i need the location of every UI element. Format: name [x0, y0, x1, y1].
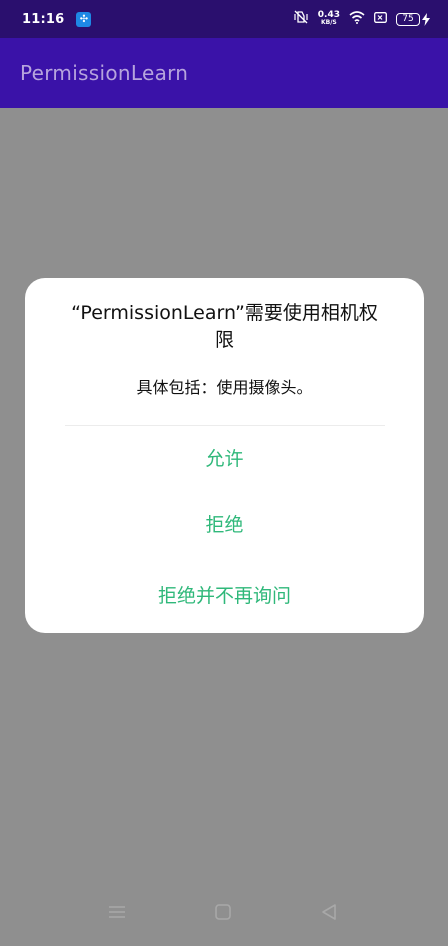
status-time: 11:16: [22, 11, 65, 27]
menu-icon[interactable]: [108, 903, 126, 923]
network-speed: 0.43 KB/S: [318, 11, 340, 27]
net-speed-unit: KB/S: [321, 19, 337, 26]
battery-level: 75: [396, 12, 420, 26]
battery-icon: 75: [396, 12, 430, 26]
dialog-title: “PermissionLearn”需要使用相机权限: [71, 302, 378, 351]
dialog-divider: [65, 425, 385, 426]
permission-dialog: “PermissionLearn”需要使用相机权限 具体包括：使用摄像头。 允许…: [25, 278, 424, 633]
wifi-icon: [349, 10, 365, 28]
charging-icon: [422, 12, 430, 26]
status-icons: 0.43 KB/S 75: [293, 10, 430, 28]
deny-and-dont-ask-button[interactable]: 拒绝并不再询问: [25, 581, 424, 608]
net-speed-value: 0.43: [317, 10, 340, 20]
navigation-bar: [0, 893, 448, 946]
screen-record-icon: [374, 11, 387, 27]
deny-button[interactable]: 拒绝: [25, 510, 424, 537]
vibrate-off-icon: [293, 10, 309, 28]
back-icon[interactable]: [320, 903, 338, 924]
notification-app-icon: ✣: [76, 11, 92, 27]
app-bar: PermissionLearn: [0, 38, 448, 108]
allow-button[interactable]: 允许: [25, 444, 424, 471]
home-icon[interactable]: [214, 903, 232, 924]
dialog-message: 具体包括：使用摄像头。: [136, 378, 313, 397]
app-title: PermissionLearn: [20, 61, 189, 85]
status-bar: 11:16 ✣ 0.43 KB/S 75: [0, 0, 448, 38]
